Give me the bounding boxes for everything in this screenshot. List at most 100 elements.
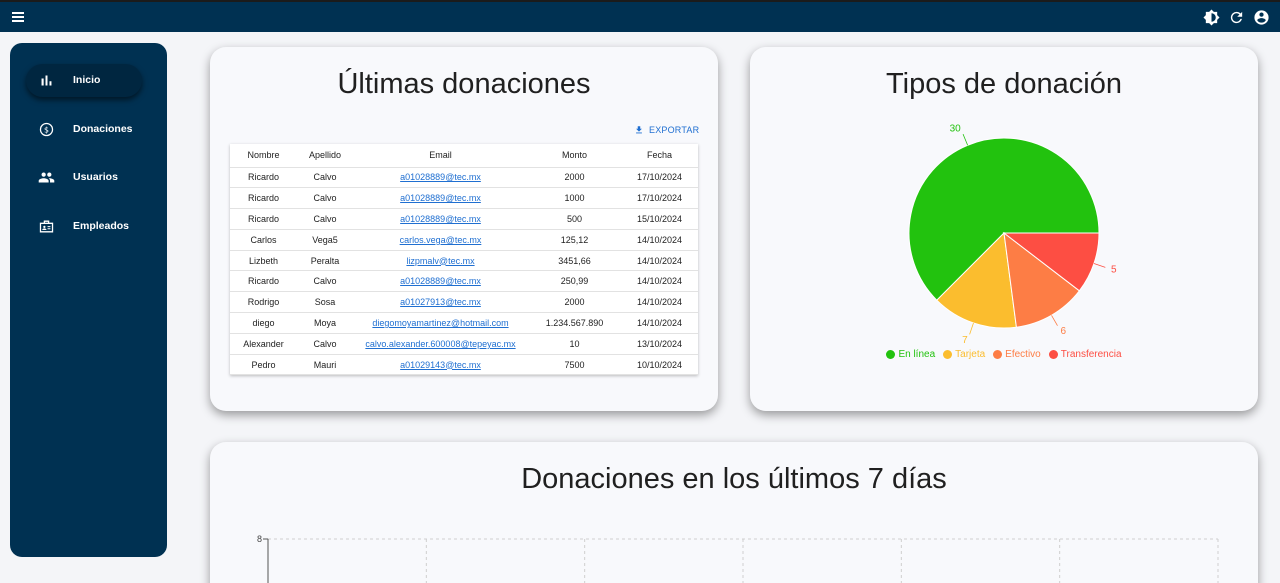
table-cell: Moya (297, 312, 353, 334)
column-header[interactable]: Email (353, 144, 528, 168)
legend-item[interactable]: Tarjeta (943, 349, 985, 360)
table-cell: Mauri (297, 354, 353, 376)
table-row[interactable]: Rodrigo Sosa a01027913@tec.mx 2000 14/10/202… (230, 291, 698, 314)
account-icon[interactable] (1253, 9, 1270, 26)
download-icon (636, 126, 642, 134)
export-button[interactable]: EXPORTAR (634, 125, 699, 135)
sidebar-item-label: Donaciones (73, 122, 133, 135)
email-link[interactable]: a01029143@tec.mx (400, 360, 481, 370)
table-row[interactable]: diego Moya diegomoyamartinez@hotmail.com 1.… (230, 312, 698, 334)
table-cell: 13/10/2024 (621, 333, 698, 355)
email-link[interactable]: carlos.vega@tec.mx (400, 235, 482, 245)
pie-value-label: 5 (1111, 264, 1117, 275)
column-header[interactable]: Apellido (297, 144, 353, 168)
table-row[interactable]: Alexander Calvo calvo.alexander.600008@tep… (230, 333, 698, 355)
table-cell: 1000 (528, 187, 621, 210)
table-row[interactable]: Carlos Vega5 carlos.vega@tec.mx 125,12 14/10… (230, 229, 698, 251)
table-cell: Ricardo (230, 208, 297, 230)
table-row[interactable]: Ricardo Calvo a01028889@tec.mx 250,99 14/10/… (230, 270, 698, 293)
table-cell: calvo.alexander.600008@tepeyac.mx (353, 333, 528, 355)
table-cell: Ricardo (230, 270, 297, 293)
pie-legend: En línea Tarjeta Efectivo Transferencia (750, 349, 1258, 360)
theme-toggle-icon[interactable] (1203, 9, 1220, 26)
email-link[interactable]: a01028889@tec.mx (400, 214, 481, 224)
sidebar-item-donaciones[interactable]: $ Donaciones (26, 113, 142, 146)
table-cell: 1.234.567.890 (528, 312, 621, 334)
table-row[interactable]: Ricardo Calvo a01028889@tec.mx 1000 17/10/20… (230, 187, 698, 210)
legend-dot (943, 350, 953, 359)
table-cell: Calvo (297, 187, 353, 210)
table-cell: Pedro (230, 354, 297, 376)
table-cell: a01029143@tec.mx (353, 354, 528, 376)
donation-types-card: Tipos de donación 30 7 6 5 En línea Tarjeta E… (750, 47, 1258, 411)
legend-label: Transferencia (1060, 349, 1122, 360)
sidebar-item-label: Empleados (73, 219, 130, 232)
legend-dot (886, 350, 896, 359)
sidebar-item-empleados[interactable]: Empleados (26, 210, 142, 243)
sidebar-item-label: Usuarios (73, 171, 118, 183)
table-cell: 2000 (528, 167, 621, 189)
table-cell: 10/10/2024 (621, 354, 698, 376)
hamburger-icon[interactable] (9, 8, 27, 26)
table-cell: 125,12 (528, 229, 621, 251)
table-cell: 2000 (528, 291, 621, 314)
table-cell: a01028889@tec.mx (353, 187, 528, 210)
legend-item[interactable]: Efectivo (993, 349, 1041, 360)
table-cell: Vega5 (297, 229, 353, 251)
card-title: Últimas donaciones (337, 68, 591, 100)
table-cell: 7500 (528, 354, 621, 376)
table-cell: Alexander (230, 333, 297, 355)
legend-item[interactable]: Transferencia (1048, 349, 1122, 360)
table-cell: lizpmalv@tec.mx (353, 250, 528, 272)
table-row[interactable]: Pedro Mauri a01029143@tec.mx 7500 10/10/2024 (230, 354, 698, 376)
pie-value-label: 6 (1061, 326, 1067, 337)
column-header[interactable]: Fecha (621, 144, 698, 168)
weekly-donations-card: Donaciones en los últimos 7 días 8 (210, 442, 1258, 583)
table-cell: Calvo (297, 208, 353, 230)
table-cell: Calvo (297, 167, 353, 189)
table-cell: diego (230, 312, 297, 334)
sidebar-item-inicio[interactable]: Inicio (26, 64, 142, 97)
email-link[interactable]: a01028889@tec.mx (400, 276, 481, 286)
donations-table: Nombre Apellido Email Monto Fecha Ricard… (230, 144, 698, 376)
table-row[interactable]: Ricardo Calvo a01028889@tec.mx 500 15/10/202… (230, 208, 698, 230)
pie-value-label: 30 (950, 124, 962, 135)
table-cell: carlos.vega@tec.mx (353, 229, 528, 251)
pie-label-line (1093, 263, 1106, 268)
email-link[interactable]: lizpmalv@tec.mx (406, 256, 474, 266)
email-link[interactable]: a01028889@tec.mx (400, 172, 481, 182)
bar-chart-icon (38, 72, 55, 89)
legend-dot (993, 350, 1003, 359)
svg-text:$: $ (44, 125, 49, 134)
table-cell: 500 (528, 208, 621, 230)
table-cell: a01028889@tec.mx (353, 270, 528, 293)
table-cell: 3451,66 (528, 250, 621, 272)
table-cell: Rodrigo (230, 291, 297, 314)
table-cell: diegomoyamartinez@hotmail.com (353, 312, 528, 334)
email-link[interactable]: a01027913@tec.mx (400, 297, 481, 307)
email-link[interactable]: a01028889@tec.mx (400, 193, 481, 203)
table-cell: Ricardo (230, 167, 297, 189)
table-cell: Sosa (297, 291, 353, 314)
table-cell: Carlos (230, 229, 297, 251)
sidebar: Inicio $ Donaciones Usuarios Empleados (10, 43, 167, 557)
refresh-icon[interactable] (1228, 9, 1245, 26)
table-row[interactable]: Ricardo Calvo a01028889@tec.mx 2000 17/10/20… (230, 167, 698, 189)
legend-item[interactable]: En línea (886, 349, 935, 360)
table-cell: 250,99 (528, 270, 621, 293)
table-cell: a01028889@tec.mx (353, 167, 528, 189)
table-cell: 10 (528, 333, 621, 355)
table-cell: 17/10/2024 (621, 187, 698, 210)
email-link[interactable]: calvo.alexander.600008@tepeyac.mx (365, 339, 515, 349)
table-cell: a01028889@tec.mx (353, 208, 528, 230)
column-header[interactable]: Monto (528, 144, 621, 168)
table-row[interactable]: Lizbeth Peralta lizpmalv@tec.mx 3451,66 14/1… (230, 250, 698, 272)
table-cell: a01027913@tec.mx (353, 291, 528, 314)
column-header[interactable]: Nombre (230, 144, 297, 168)
latest-donations-card: Últimas donaciones EXPORTAR Nombre Apell… (210, 47, 718, 411)
badge-icon (38, 218, 55, 235)
legend-label: Efectivo (1005, 349, 1041, 360)
table-cell: 15/10/2024 (621, 208, 698, 230)
email-link[interactable]: diegomoyamartinez@hotmail.com (372, 318, 508, 328)
sidebar-item-usuarios[interactable]: Usuarios (26, 161, 142, 194)
